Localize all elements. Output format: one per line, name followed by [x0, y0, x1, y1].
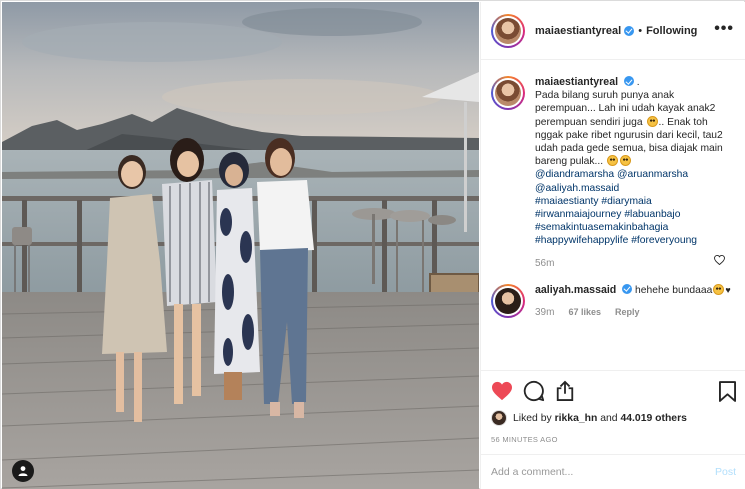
commenter-username[interactable]: aaliyah.massaid [535, 284, 616, 296]
bookmark-icon [719, 381, 736, 402]
caption-author-avatar[interactable] [491, 76, 525, 110]
hashtag-link[interactable]: #irwanmaiajourney [535, 209, 621, 220]
verified-badge-icon [622, 283, 633, 294]
comment-like-button[interactable] [714, 254, 725, 268]
comment-text: hehehe bundaaa [635, 284, 713, 296]
verified-badge-icon [623, 76, 634, 86]
save-button[interactable] [719, 381, 736, 405]
blush-emoji-icon [713, 283, 725, 295]
hashtag-link[interactable]: #semakintuasemakinbahagia [535, 222, 668, 233]
mention-link[interactable]: @aruanmarsha [617, 169, 688, 180]
grin-emoji-icon [646, 115, 658, 127]
caption-mentions: @diandramarsha @aruanmarsha @aaliyah.mas… [535, 168, 735, 194]
post-timestamp[interactable]: 56 MINUTES AGO [491, 435, 736, 444]
post-actions: Liked by rikka_hn and 44.019 others 56 M… [481, 370, 745, 444]
heart-outline-icon [714, 254, 725, 266]
hashtag-link[interactable]: #foreveryoung [631, 235, 697, 246]
caption-hashtags: #maiaestianty #diarymaia #irwanmaiajourn… [535, 195, 735, 248]
liked-by-summary[interactable]: Liked by rikka_hn and 44.019 others [491, 410, 736, 426]
liker-avatar[interactable] [491, 410, 507, 426]
post-header: maiaestiantyreal • Following ••• [481, 2, 745, 60]
share-button[interactable] [555, 380, 575, 402]
more-options-button[interactable]: ••• [714, 21, 734, 37]
caption-timestamp[interactable]: 56m [535, 257, 735, 270]
author-username[interactable]: maiaestiantyreal [535, 25, 621, 37]
share-icon [556, 380, 574, 401]
user-tag-button[interactable] [12, 460, 34, 482]
comment-item: aaliyah.massaid hehehe bundaaa ♥ 39m 67 l… [491, 283, 736, 319]
liked-by-prefix: Liked by [513, 412, 552, 424]
author-avatar[interactable] [491, 13, 525, 48]
mention-link[interactable]: @aaliyah.massaid [535, 183, 619, 194]
user-tag-icon [18, 466, 28, 476]
commenter-avatar[interactable] [491, 283, 525, 318]
comment-timestamp[interactable]: 39m [535, 306, 554, 319]
comment-input[interactable] [491, 466, 709, 478]
hashtag-link[interactable]: #happywifehappylife [535, 235, 628, 246]
following-button[interactable]: Following [646, 25, 697, 37]
heart-filled-icon [492, 381, 512, 401]
caption-comment: maiaestiantyreal . Pada bilang suruh pun… [491, 76, 736, 270]
grin-emoji-icon [620, 155, 631, 167]
comments-list: maiaestiantyreal . Pada bilang suruh pun… [481, 60, 745, 370]
separator-dot: • [638, 24, 643, 37]
comment-icon [523, 380, 545, 402]
mention-link[interactable]: @diandramarsha [535, 169, 614, 180]
reply-button[interactable]: Reply [615, 306, 640, 319]
verified-badge-icon [624, 25, 635, 36]
hashtag-link[interactable]: #maiaestianty [535, 196, 599, 207]
caption-author-username[interactable]: maiaestiantyreal [535, 76, 618, 88]
others-count[interactable]: 44.019 others [620, 413, 686, 424]
comment-likes[interactable]: 67 likes [568, 306, 601, 319]
post-comment-button[interactable]: Post [715, 466, 736, 478]
post-modal: maiaestiantyreal • Following ••• maiaest… [0, 0, 745, 489]
post-side-panel: maiaestiantyreal • Following ••• maiaest… [480, 2, 745, 489]
like-button[interactable] [491, 381, 513, 401]
comment-meta: 39m 67 likes Reply [535, 306, 735, 319]
liked-by-and: and [600, 412, 618, 424]
caption-text: Pada bilang suruh punya anak perempuan..… [535, 89, 735, 168]
hashtag-link[interactable]: #diarymaia [601, 196, 651, 207]
action-icons [491, 376, 736, 406]
grin-emoji-icon [607, 155, 618, 167]
add-comment-bar: Post [481, 454, 745, 489]
comment-button[interactable] [523, 380, 545, 402]
post-photo[interactable] [2, 2, 479, 489]
hashtag-link[interactable]: #labuanbajo [624, 209, 680, 220]
liker-username[interactable]: rikka_hn [555, 413, 598, 424]
heart-emoji-icon: ♥ [725, 284, 731, 295]
